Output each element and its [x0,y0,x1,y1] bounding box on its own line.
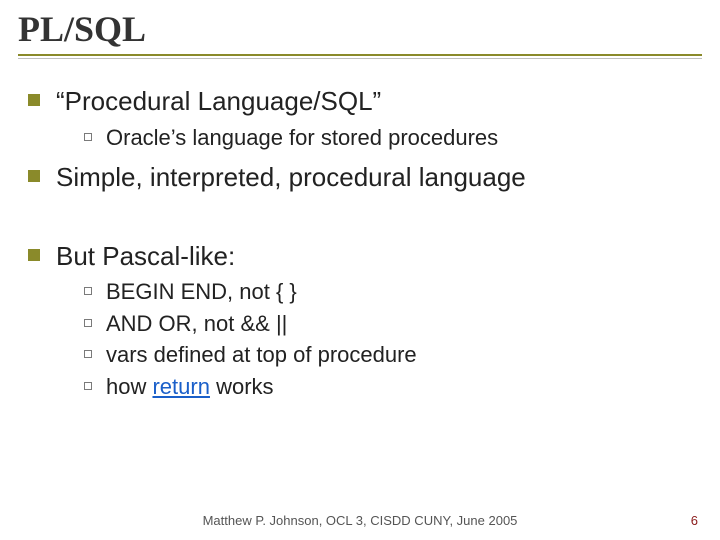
square-bullet-icon [28,94,40,106]
bullet-1-text: “Procedural Language/SQL” [56,85,381,118]
slide-title: PL/SQL [18,8,702,50]
bullet-3-sub-1-text: BEGIN END, not { } [106,278,297,306]
bullet-3-sub-4-pre: how [106,374,152,399]
bullet-3-sub-3-text: vars defined at top of procedure [106,341,417,369]
hollow-square-icon [84,319,92,327]
bullet-3-sub-4-text: how return works [106,373,274,401]
bullet-3-sub-2: AND OR, not && || [84,310,700,338]
page-number: 6 [691,513,698,528]
square-bullet-icon [28,249,40,261]
hollow-square-icon [84,133,92,141]
square-bullet-icon [28,170,40,182]
hollow-square-icon [84,287,92,295]
hollow-square-icon [84,382,92,390]
bullet-1-sub-1: Oracle’s language for stored procedures [84,124,700,152]
bullet-1: “Procedural Language/SQL” [28,85,700,118]
bullet-3-sub-1: BEGIN END, not { } [84,278,700,306]
title-rule-olive [18,54,702,56]
vertical-gap [28,200,700,230]
bullet-1-sub-1-text: Oracle’s language for stored procedures [106,124,498,152]
bullet-3-sub-2-text: AND OR, not && || [106,310,287,338]
footer-text: Matthew P. Johnson, OCL 3, CISDD CUNY, J… [0,513,720,528]
bullet-3-text: But Pascal-like: [56,240,235,273]
bullet-3-sub-3: vars defined at top of procedure [84,341,700,369]
bullet-2: Simple, interpreted, procedural language [28,161,700,194]
slide-body: “Procedural Language/SQL” Oracle’s langu… [0,61,720,400]
hollow-square-icon [84,350,92,358]
bullet-2-text: Simple, interpreted, procedural language [56,161,526,194]
bullet-3: But Pascal-like: [28,240,700,273]
bullet-3-sub-4: how return works [84,373,700,401]
title-rule-grey [18,58,702,59]
slide: PL/SQL “Procedural Language/SQL” Oracle’… [0,0,720,540]
return-link[interactable]: return [152,374,209,399]
bullet-3-sub-4-post: works [210,374,274,399]
title-block: PL/SQL [0,0,720,61]
